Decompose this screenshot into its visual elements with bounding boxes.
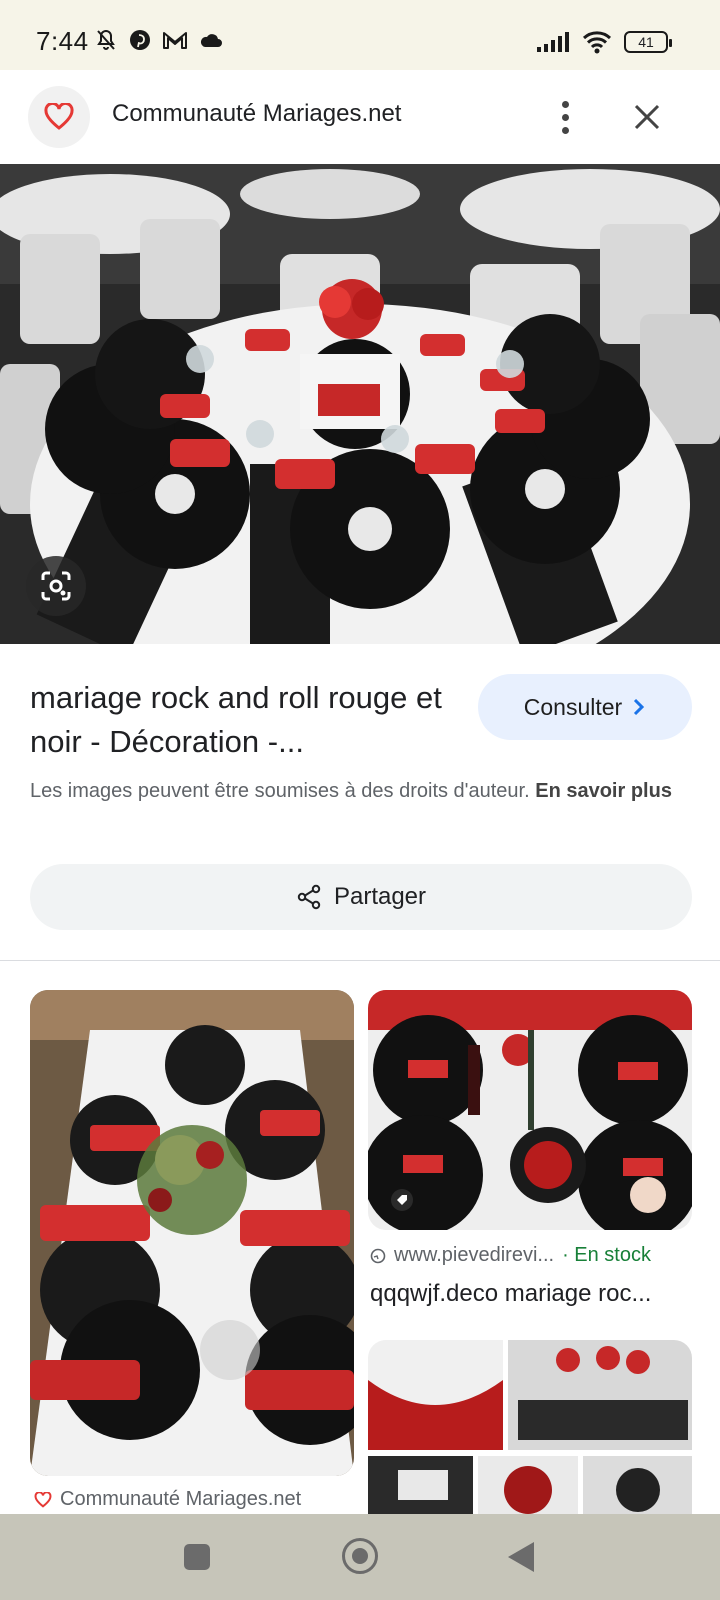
battery-icon: 41 (624, 31, 672, 53)
share-icon (297, 884, 321, 910)
chevron-right-icon (634, 698, 645, 716)
section-divider (0, 960, 720, 961)
home-button[interactable] (342, 1538, 378, 1574)
consult-label: Consulter (523, 693, 623, 720)
product-tag-icon (391, 1189, 413, 1211)
wifi-icon (582, 31, 612, 54)
card1-source-label: Communauté Mariages.net (60, 1488, 302, 1510)
system-nav-bar (0, 1514, 720, 1600)
site-name[interactable]: Communauté Mariages.net (112, 100, 401, 128)
heart-logo-icon (44, 103, 74, 130)
copyright-notice: Les images peuvent être soumises à des d… (30, 776, 690, 806)
share-label: Partager (333, 883, 427, 910)
lens-search-button[interactable] (26, 556, 86, 616)
viewer-header: Communauté Mariages.net (0, 70, 720, 164)
gmail-icon (163, 32, 187, 49)
wedding-table-photo (0, 164, 720, 644)
related-image-2[interactable] (368, 990, 692, 1230)
consult-button[interactable]: Consulter (478, 674, 692, 740)
heart-logo-icon (34, 1491, 52, 1508)
card2-caption[interactable]: qqqwjf.deco mariage roc... (370, 1280, 651, 1308)
card2-source-label: www.pievedirevi... (394, 1244, 555, 1266)
pinterest-icon (130, 30, 150, 50)
close-button[interactable] (622, 92, 672, 142)
battery-level: 41 (638, 34, 654, 50)
site-favicon (28, 86, 90, 148)
long-table-photo (30, 990, 354, 1476)
related-image-1[interactable] (30, 990, 354, 1476)
status-bar: 7:44 41 (0, 0, 720, 70)
cloud-icon (200, 34, 222, 47)
globe-icon (370, 1248, 386, 1263)
collage-photo (368, 1340, 692, 1514)
signal-icon (537, 32, 569, 52)
records-table-photo (368, 990, 692, 1230)
share-button[interactable]: Partager (30, 864, 692, 930)
stock-badge: · En stock (562, 1244, 651, 1266)
learn-more-link[interactable]: En savoir plus (535, 780, 672, 802)
result-title[interactable]: mariage rock and roll rouge et noir - Dé… (30, 676, 460, 764)
status-icons-right: 41 (536, 30, 672, 54)
related-image-3[interactable] (368, 1340, 692, 1514)
muted-bell-icon (97, 29, 115, 50)
more-vert-icon[interactable] (540, 92, 590, 142)
status-time: 7:44 (36, 26, 89, 56)
lens-icon (41, 571, 71, 601)
recents-button[interactable] (184, 1544, 210, 1570)
back-button[interactable] (508, 1542, 534, 1572)
main-image[interactable] (0, 164, 720, 644)
card2-source[interactable]: www.pievedirevi... · En stock (370, 1244, 651, 1267)
card1-source[interactable]: Communauté Mariages.net (34, 1488, 301, 1511)
status-icons-left (94, 28, 224, 52)
close-icon (634, 104, 660, 130)
copyright-text: Les images peuvent être soumises à des d… (30, 780, 530, 802)
